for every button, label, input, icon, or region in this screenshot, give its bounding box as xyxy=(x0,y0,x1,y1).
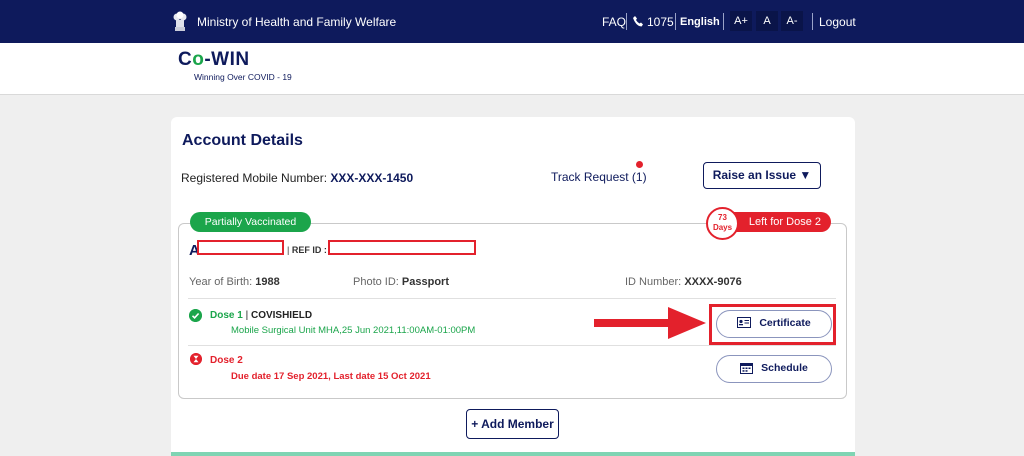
track-request-link[interactable]: Track Request (1) xyxy=(551,170,647,184)
top-bar: Ministry of Health and Family Welfare FA… xyxy=(0,0,1024,43)
font-increase-button[interactable]: A+ xyxy=(730,11,752,31)
notification-dot xyxy=(636,161,643,168)
phone-icon xyxy=(633,16,643,27)
year-of-birth: Year of Birth: 1988 xyxy=(189,276,280,288)
dose1-separator: | xyxy=(245,310,249,321)
registered-mobile: Registered Mobile Number: XXX-XXX-1450 xyxy=(181,171,413,185)
raise-issue-button[interactable]: Raise an Issue ▼ xyxy=(703,162,821,189)
font-decrease-button[interactable]: A- xyxy=(781,11,803,31)
nav-divider xyxy=(812,13,813,30)
nav-divider xyxy=(626,13,627,30)
redacted-name xyxy=(197,240,284,255)
registered-mobile-label: Registered Mobile Number: xyxy=(181,171,328,185)
logo-text: -WIN xyxy=(204,49,250,70)
certificate-label: Certificate xyxy=(759,316,811,329)
yob-label: Year of Birth: xyxy=(189,276,253,288)
red-arrow-icon xyxy=(594,307,706,339)
status-badge: Partially Vaccinated xyxy=(190,212,311,232)
registered-mobile-value: XXX-XXX-1450 xyxy=(330,171,414,185)
id-number: ID Number: XXXX-9076 xyxy=(625,276,742,288)
font-normal-button[interactable]: A xyxy=(756,11,778,31)
schedule-label: Schedule xyxy=(761,361,808,374)
nav-divider xyxy=(723,13,724,30)
ministry-name: Ministry of Health and Family Welfare xyxy=(197,15,397,29)
faq-link[interactable]: FAQ xyxy=(602,15,626,29)
photo-id: Photo ID: Passport xyxy=(353,276,449,288)
days-unit: Days xyxy=(712,223,733,232)
logo-text: C xyxy=(178,49,193,70)
ref-id-label: REF ID : xyxy=(291,245,327,255)
card-accent-line xyxy=(171,452,855,456)
logo-tagline: Winning Over COVID - 19 xyxy=(194,72,292,82)
emblem-icon xyxy=(173,11,187,31)
id-number-value: XXXX-9076 xyxy=(684,276,742,288)
cowin-logo[interactable]: Co-WIN xyxy=(178,49,250,71)
days-value: 73 xyxy=(718,213,727,222)
dose2-label: Dose 2 xyxy=(210,355,243,366)
redacted-ref-id xyxy=(328,240,476,255)
certificate-icon xyxy=(737,317,752,329)
dose2-detail: Due date 17 Sep 2021, Last date 15 Oct 2… xyxy=(231,371,431,382)
dose1-vaccine: COVISHIELD xyxy=(250,310,313,321)
divider xyxy=(188,345,836,346)
check-circle-icon xyxy=(189,309,202,322)
photo-id-label: Photo ID: xyxy=(353,276,399,288)
page-title: Account Details xyxy=(182,132,303,149)
divider xyxy=(188,298,836,299)
yob-value: 1988 xyxy=(255,276,280,288)
schedule-button[interactable]: Schedule xyxy=(716,355,832,383)
id-number-label: ID Number: xyxy=(625,276,682,288)
calendar-icon xyxy=(740,362,754,374)
nav-divider xyxy=(675,13,676,30)
certificate-button[interactable]: Certificate xyxy=(716,310,832,338)
ref-id: | REF ID : xyxy=(287,245,327,255)
helpline-number[interactable]: 1075 xyxy=(647,15,674,29)
add-member-button[interactable]: + Add Member xyxy=(466,409,559,439)
dose1-title: Dose 1 | COVISHIELD xyxy=(210,310,312,321)
ref-separator: | xyxy=(287,245,290,255)
days-remaining-circle: 73 Days xyxy=(706,207,739,240)
dose1-detail: Mobile Surgical Unit MHA,25 Jun 2021,11:… xyxy=(231,325,476,336)
header: Co-WIN Winning Over COVID - 19 xyxy=(0,43,1024,95)
hourglass-icon xyxy=(190,353,202,365)
logo-text-o: o xyxy=(192,49,205,70)
photo-id-value: Passport xyxy=(401,276,449,288)
language-selector[interactable]: English xyxy=(680,16,720,28)
dose1-label: Dose 1 xyxy=(210,310,243,321)
logout-link[interactable]: Logout xyxy=(819,15,856,29)
